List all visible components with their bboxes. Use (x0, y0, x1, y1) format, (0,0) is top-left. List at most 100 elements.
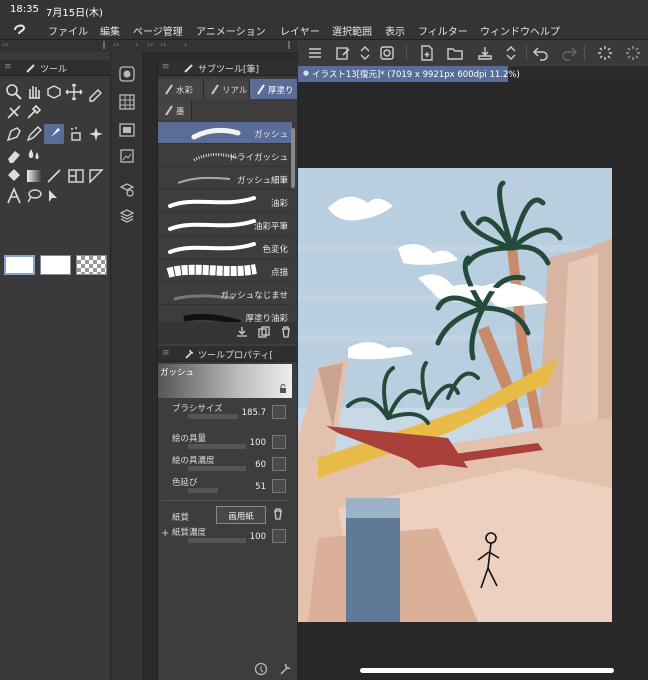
zoom-icon[interactable] (4, 82, 24, 102)
quick-access-icon[interactable] (378, 44, 396, 62)
eraser-icon[interactable] (4, 145, 24, 165)
copy-subtool-icon[interactable] (258, 326, 270, 341)
color-set-icon[interactable] (119, 94, 135, 110)
hamburger-menu-icon[interactable] (306, 44, 324, 62)
layers-icon[interactable] (119, 208, 135, 224)
pen-icon[interactable] (4, 124, 24, 144)
app-logo-icon[interactable] (12, 22, 28, 38)
menu-file[interactable]: ファイル (48, 23, 88, 38)
paintbrush-icon[interactable] (44, 124, 64, 144)
brush-list-scrollbar[interactable] (291, 128, 295, 188)
paint-density-slider[interactable] (188, 466, 246, 471)
move-icon[interactable] (64, 82, 84, 102)
edit-canvas-icon[interactable] (334, 44, 352, 62)
brush-item-gouache-fine[interactable]: ガッシュ細筆 (158, 168, 292, 190)
navigator-icon[interactable] (119, 122, 135, 138)
brush-item-dry-gouache[interactable]: ドライガッシュ (158, 145, 292, 167)
panel-grip-icon[interactable]: ‖ (102, 40, 106, 49)
paint-density-pressure-button[interactable] (272, 457, 286, 471)
settings-dots-icon[interactable] (624, 44, 642, 62)
line-icon[interactable] (44, 166, 64, 186)
menu-layer[interactable]: レイヤー (280, 23, 320, 38)
menu-filter[interactable]: フィルター (418, 23, 468, 38)
brush-item-color-change[interactable]: 色変化 (158, 237, 292, 259)
pencil-icon[interactable] (24, 124, 44, 144)
brush-size-row[interactable]: ブラシサイズ 185.7 (158, 400, 292, 426)
menu-edit[interactable]: 編集 (100, 23, 120, 38)
panel-menu-icon[interactable]: ≡ (4, 62, 12, 72)
panel-menu-icon-2[interactable]: ≡ (162, 62, 170, 72)
color-stretch-row[interactable]: 色延び 51 (158, 474, 292, 500)
decoration-icon[interactable] (86, 124, 106, 144)
home-indicator[interactable] (360, 668, 614, 673)
transparent-color-swatch[interactable] (76, 255, 107, 275)
brush-size-pressure-button[interactable] (272, 405, 286, 419)
collapse-left-icon-2[interactable]: ‹‹ (113, 40, 119, 49)
main-color-swatch[interactable] (4, 255, 35, 275)
artwork-canvas[interactable] (298, 168, 612, 622)
paper-density-row[interactable]: + 紙質濃度 100 (158, 524, 292, 550)
layer-property-icon[interactable] (119, 182, 135, 198)
panel-menu-icon-3[interactable]: ≡ (162, 348, 170, 358)
brush-item-stipple[interactable]: 点描 (158, 260, 292, 282)
paint-amount-slider[interactable] (188, 444, 246, 449)
panel-grip-icon-2[interactable]: ‖ (287, 40, 291, 49)
operation-icon[interactable] (86, 82, 106, 102)
sub-color-swatch[interactable] (40, 255, 71, 275)
collapse-left-icon[interactable]: ‹‹ (2, 40, 8, 49)
brush-item-oil-flat[interactable]: 油彩平筆 (158, 214, 292, 236)
lock-icon[interactable] (278, 384, 288, 397)
brush-item-oil[interactable]: 油彩 (158, 191, 292, 213)
correct-line-icon[interactable] (44, 186, 64, 206)
collapse-left-icon-4[interactable]: ‹ (184, 40, 187, 49)
color-stretch-slider[interactable] (188, 488, 218, 493)
balloon-icon[interactable] (24, 186, 44, 206)
expand-right-icon[interactable]: › (135, 40, 138, 49)
ruler-icon[interactable] (86, 166, 106, 186)
brush-size-slider[interactable] (188, 414, 238, 419)
paper-density-button[interactable] (272, 529, 286, 543)
fill-bucket-icon[interactable] (4, 166, 24, 186)
save-icon[interactable] (476, 44, 494, 62)
menu-view[interactable]: 表示 (385, 23, 405, 38)
trash-icon[interactable] (280, 326, 292, 341)
undo-icon[interactable] (532, 44, 550, 62)
canvas-document-tab[interactable]: ● イラスト13[復元]* (7019 x 9921px 600dpi 11.2… (298, 66, 520, 82)
updown-arrows-icon[interactable] (356, 44, 374, 62)
wrench-settings-icon[interactable] (278, 662, 292, 679)
download-icon[interactable] (236, 326, 248, 341)
menu-selection[interactable]: 選択範囲 (332, 23, 372, 38)
blend-icon[interactable] (24, 145, 44, 165)
paper-density-slider[interactable] (188, 538, 246, 543)
new-file-icon[interactable] (418, 44, 436, 62)
brush-item-gouache[interactable]: ガッシュ (158, 122, 292, 144)
trash-icon-2[interactable] (272, 508, 284, 523)
menu-window[interactable]: ウィンドウ (480, 23, 530, 38)
tab-close-dot-icon[interactable]: ● (303, 69, 309, 77)
redo-icon[interactable] (560, 44, 578, 62)
updown-arrows-icon-2[interactable] (502, 44, 520, 62)
paper-texture-select[interactable]: 画用紙 (216, 506, 266, 524)
collapse-left-icon-3[interactable]: ‹‹ (160, 40, 166, 49)
rotate-view-icon[interactable] (44, 82, 64, 102)
color-wheel-icon[interactable] (119, 66, 135, 82)
expand-right-icon-2[interactable]: ›› (147, 40, 153, 49)
menu-help[interactable]: ヘルプ (530, 23, 560, 38)
menu-animation[interactable]: アニメーション (196, 23, 266, 38)
gradient-icon[interactable] (24, 166, 44, 186)
brush-item-gouache-blend[interactable]: ガッシュなじませ (158, 283, 292, 305)
open-folder-icon[interactable] (446, 44, 464, 62)
airbrush-icon[interactable] (66, 124, 86, 144)
menu-page[interactable]: ページ管理 (133, 23, 183, 38)
lasso-select-icon[interactable] (4, 102, 24, 122)
expand-plus-icon[interactable]: + (161, 528, 169, 539)
paint-amount-pressure-button[interactable] (272, 435, 286, 449)
text-icon[interactable] (4, 186, 24, 206)
eyedropper-icon[interactable] (24, 102, 44, 122)
sub-view-icon[interactable] (119, 148, 135, 164)
color-stretch-pressure-button[interactable] (272, 479, 286, 493)
tool-info-icon[interactable] (254, 662, 268, 679)
loading-spinner-icon[interactable] (596, 44, 614, 62)
hand-icon[interactable] (24, 82, 44, 102)
frame-icon[interactable] (66, 166, 86, 186)
